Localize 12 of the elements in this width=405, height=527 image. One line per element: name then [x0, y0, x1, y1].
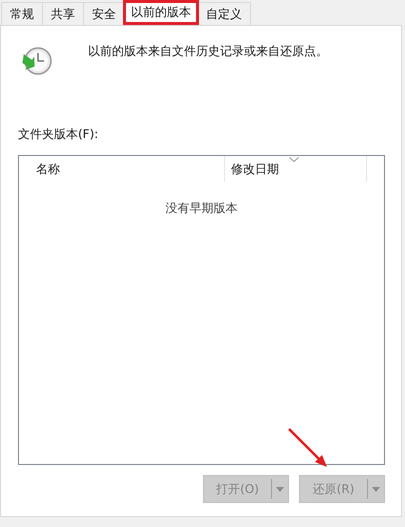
sort-caret-icon	[289, 157, 299, 162]
column-header[interactable]: 修改日期	[225, 156, 367, 182]
version-list[interactable]: 名称 修改日期 没有早期版本	[18, 155, 385, 465]
dropdown-caret-icon	[276, 486, 284, 492]
empty-message: 没有早期版本	[164, 200, 238, 217]
tab[interactable]: 以前的版本	[124, 0, 198, 25]
column-header[interactable]: 名称	[19, 156, 225, 182]
tab[interactable]: 自定义	[197, 2, 251, 25]
tab[interactable]: 常规	[1, 2, 43, 25]
description-text: 以前的版本来自文件历史记录或来自还原点。	[88, 42, 328, 60]
dropdown-caret-icon	[372, 486, 380, 492]
list-label: 文件夹版本(F):	[18, 126, 100, 143]
